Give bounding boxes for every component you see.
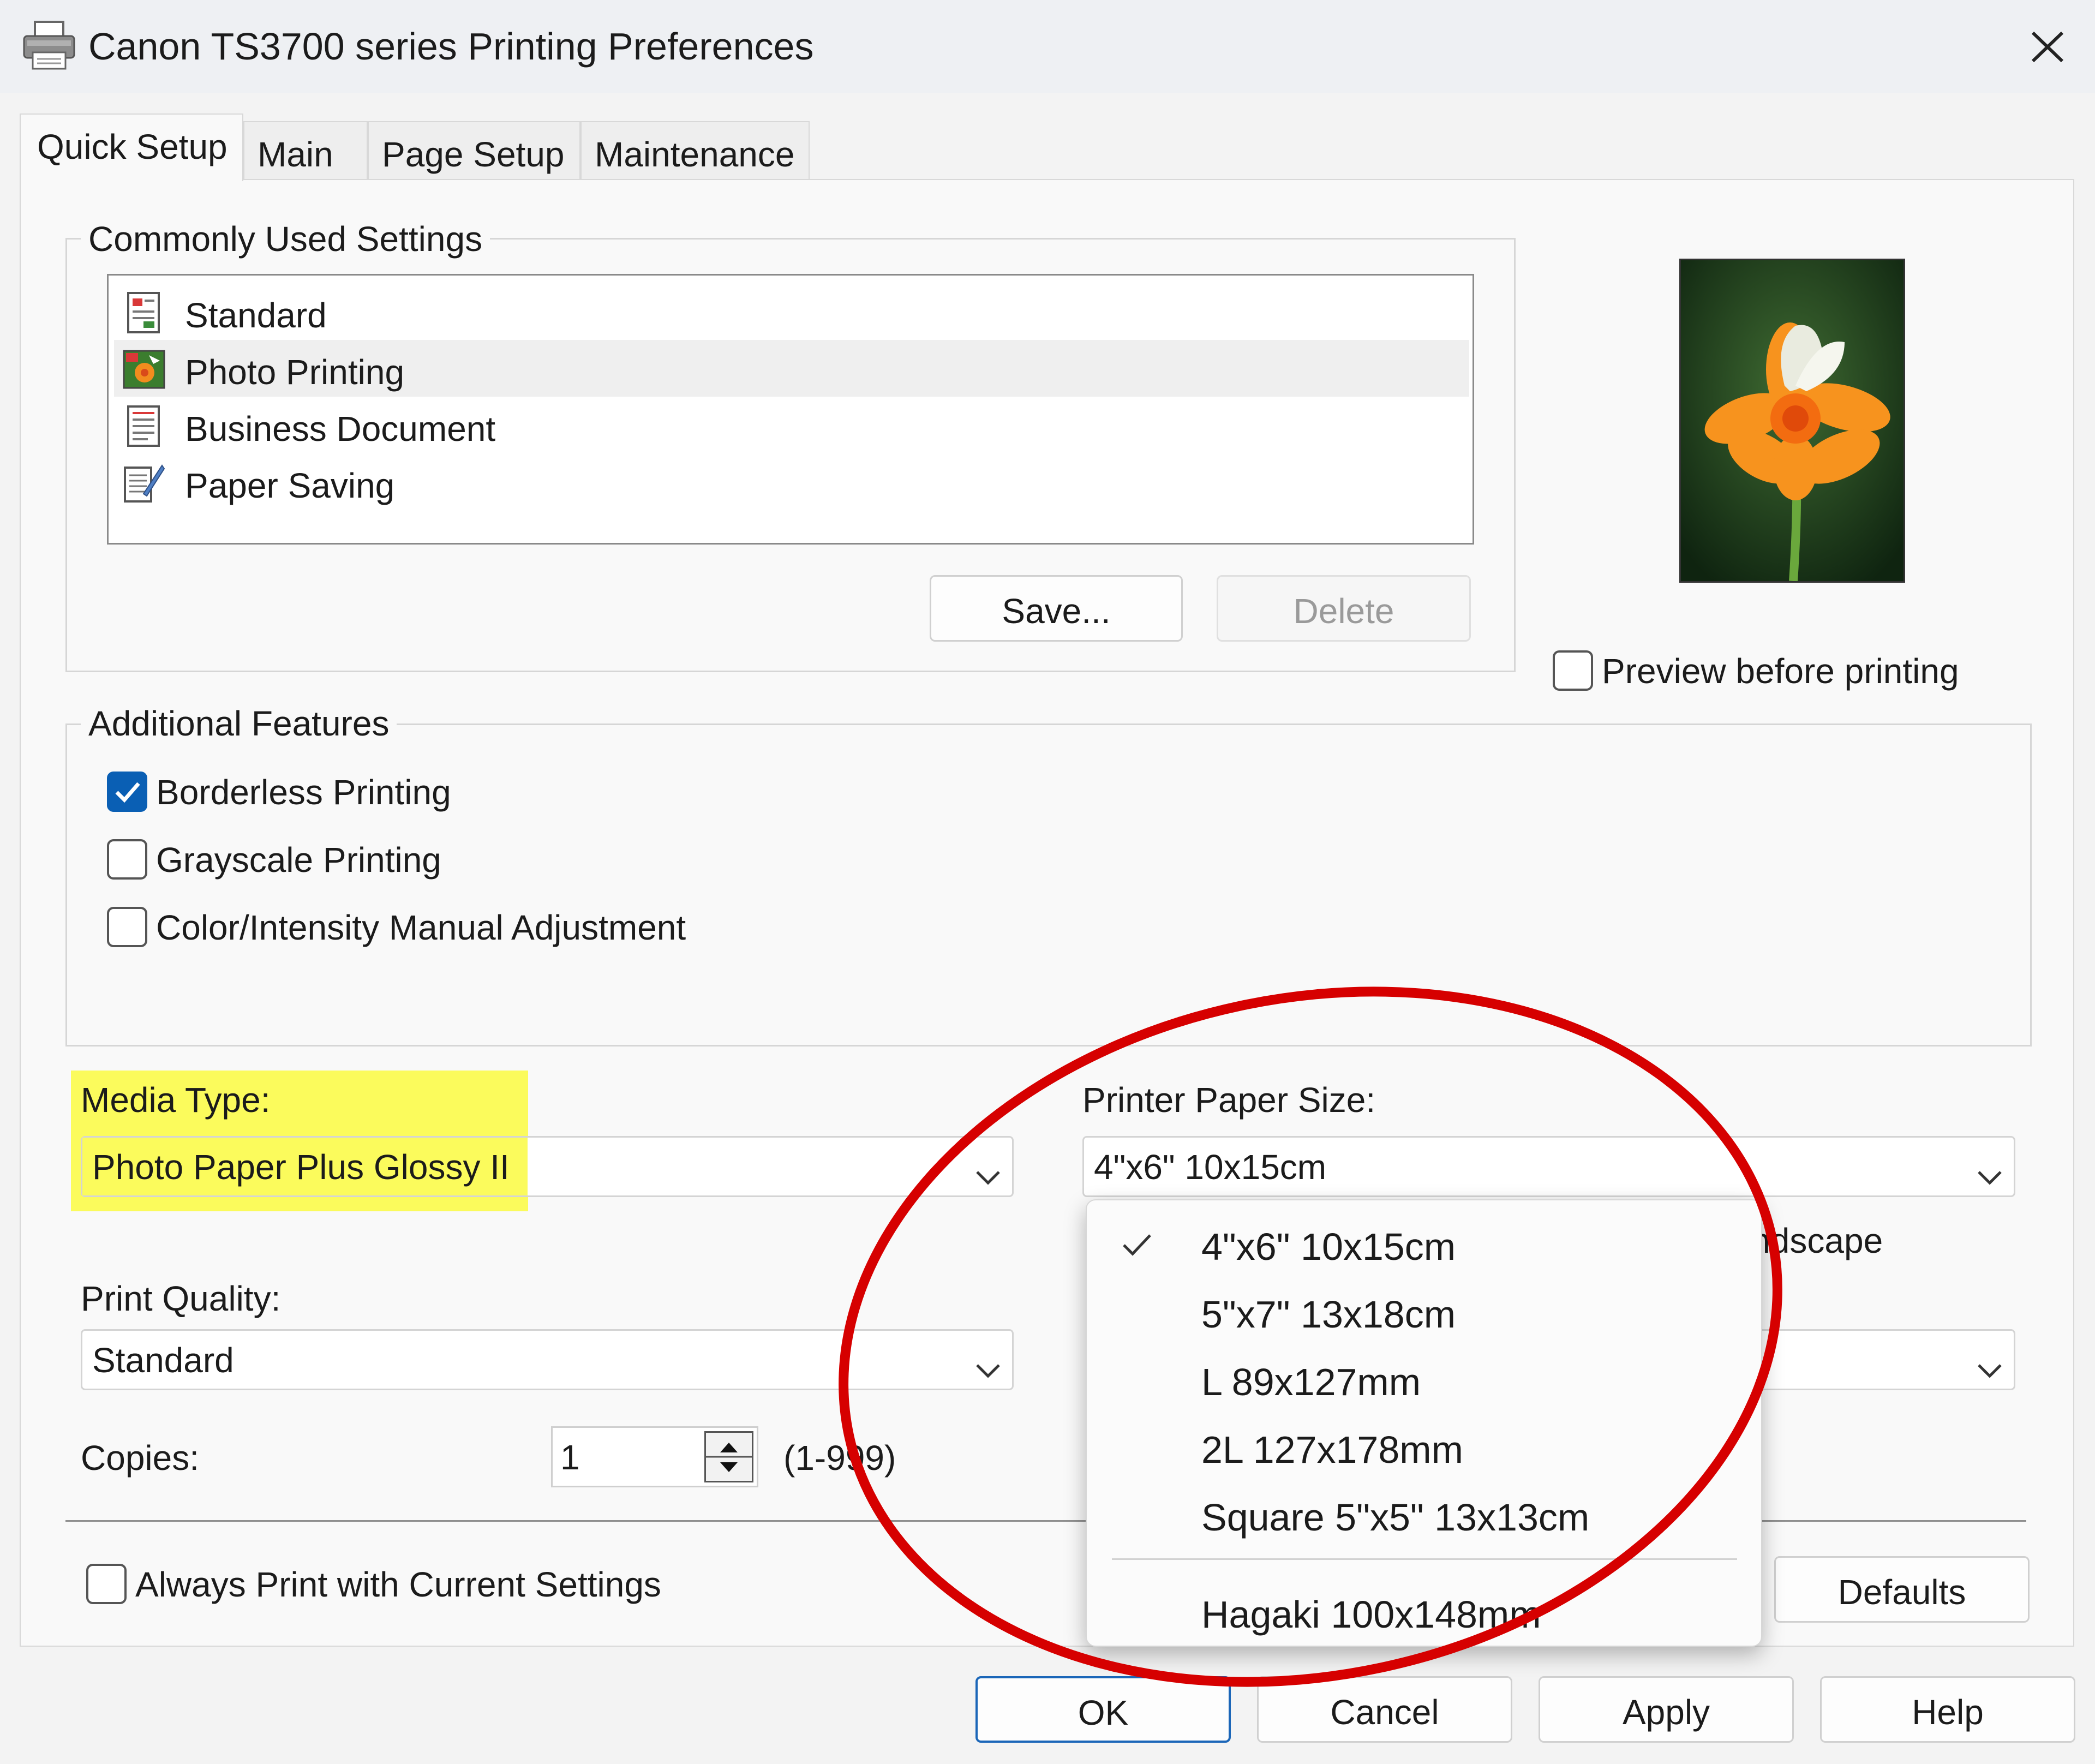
chevron-down-icon — [1973, 1156, 2006, 1185]
print-quality-label: Print Quality: — [81, 1279, 281, 1318]
list-item-paper-saving[interactable]: Paper Saving — [114, 453, 1469, 510]
list-item-label: Business Document — [185, 409, 496, 449]
list-item-label: Photo Printing — [185, 352, 405, 392]
save-button[interactable]: Save... — [930, 575, 1183, 642]
up-down-arrows-icon — [706, 1443, 752, 1472]
chevron-down-icon — [972, 1349, 1004, 1378]
color-intensity-label: Color/Intensity Manual Adjustment — [156, 908, 686, 947]
chevron-down-icon — [972, 1156, 1004, 1185]
delete-button-label: Delete — [1293, 591, 1394, 631]
tab-label: Maintenance — [595, 135, 795, 174]
menu-item-label: Square 5"x5" 13x13cm — [1201, 1496, 1590, 1539]
tab-page-setup[interactable]: Page Setup — [368, 121, 580, 179]
additional-features-group — [65, 723, 2032, 1047]
copies-stepper[interactable] — [704, 1431, 753, 1482]
borderless-printing-label: Borderless Printing — [156, 773, 451, 812]
preview-before-printing-checkbox[interactable] — [1553, 650, 1593, 691]
cancel-button-label: Cancel — [1330, 1693, 1439, 1732]
print-quality-dropdown[interactable]: Standard — [81, 1329, 1014, 1390]
menu-item-label: L 89x127mm — [1201, 1361, 1421, 1403]
menu-item-square[interactable]: Square 5"x5" 13x13cm — [1087, 1482, 1763, 1550]
media-type-dropdown[interactable]: Photo Paper Plus Glossy II — [81, 1136, 1014, 1197]
list-item-label: Paper Saving — [185, 466, 395, 505]
preview-flower-image — [1681, 260, 1904, 582]
paper-saving-icon — [122, 461, 166, 505]
checkmark-icon — [1120, 1229, 1154, 1259]
help-button[interactable]: Help — [1820, 1676, 2075, 1743]
copies-range: (1-999) — [783, 1438, 896, 1478]
tab-maintenance[interactable]: Maintenance — [580, 121, 810, 179]
save-button-label: Save... — [1002, 591, 1111, 631]
copies-label: Copies: — [81, 1438, 199, 1478]
close-icon — [2031, 31, 2064, 63]
apply-button[interactable]: Apply — [1539, 1676, 1794, 1743]
window-title: Canon TS3700 series Printing Preferences — [88, 25, 814, 68]
media-type-label: Media Type: — [81, 1080, 271, 1120]
menu-item-5x7[interactable]: 5"x7" 13x18cm — [1087, 1279, 1763, 1347]
always-print-label: Always Print with Current Settings — [135, 1565, 661, 1604]
print-quality-value: Standard — [92, 1341, 234, 1380]
menu-separator — [1112, 1558, 1737, 1560]
defaults-button-label: Defaults — [1837, 1572, 1966, 1612]
menu-item-l[interactable]: L 89x127mm — [1087, 1347, 1763, 1414]
tab-label: Page Setup — [382, 135, 565, 174]
delete-button[interactable]: Delete — [1217, 575, 1471, 642]
additional-features-legend: Additional Features — [81, 706, 397, 741]
help-button-label: Help — [1912, 1693, 1984, 1732]
always-print-checkbox[interactable] — [86, 1564, 127, 1604]
borderless-printing-checkbox[interactable] — [107, 772, 147, 812]
defaults-button[interactable]: Defaults — [1774, 1556, 2030, 1623]
menu-item-label: 5"x7" 13x18cm — [1201, 1293, 1456, 1336]
tab-quick-setup[interactable]: Quick Setup — [20, 113, 243, 181]
copies-value: 1 — [560, 1438, 580, 1477]
chevron-down-icon — [1973, 1349, 2006, 1378]
orientation-dropdown-partial[interactable] — [1746, 1329, 2015, 1390]
printer-paper-size-value: 4"x6" 10x15cm — [1094, 1147, 1327, 1187]
media-type-value: Photo Paper Plus Glossy II — [92, 1147, 510, 1187]
commonly-used-settings-list[interactable]: Standard Photo Printing Business Documen… — [107, 274, 1474, 545]
preview-before-printing-label: Preview before printing — [1602, 651, 1959, 691]
copies-input[interactable]: 1 — [551, 1426, 758, 1487]
list-item-label: Standard — [185, 296, 327, 335]
ok-button[interactable]: OK — [975, 1676, 1231, 1743]
list-item-standard[interactable]: Standard — [114, 283, 1469, 340]
business-document-icon — [122, 404, 166, 448]
grayscale-printing-checkbox[interactable] — [107, 839, 147, 880]
ok-button-label: OK — [1078, 1693, 1129, 1732]
list-item-business-document[interactable]: Business Document — [114, 397, 1469, 453]
menu-item-2l[interactable]: 2L 127x178mm — [1087, 1414, 1763, 1482]
commonly-used-settings-legend: Commonly Used Settings — [81, 222, 490, 256]
standard-doc-icon — [122, 291, 166, 334]
preview-photo — [1679, 259, 1905, 583]
apply-button-label: Apply — [1622, 1693, 1710, 1732]
color-intensity-checkbox[interactable] — [107, 907, 147, 947]
menu-item-4x6[interactable]: 4"x6" 10x15cm — [1087, 1211, 1763, 1279]
menu-item-label: Hagaki 100x148mm — [1201, 1593, 1541, 1636]
printer-icon — [22, 20, 76, 72]
printer-paper-size-menu: 4"x6" 10x15cm 5"x7" 13x18cm L 89x127mm 2… — [1086, 1199, 1762, 1647]
close-button[interactable] — [2019, 22, 2073, 71]
grayscale-printing-label: Grayscale Printing — [156, 840, 441, 880]
tab-label: Main — [258, 135, 333, 174]
menu-item-label: 4"x6" 10x15cm — [1201, 1225, 1456, 1268]
photo-printing-icon — [122, 348, 166, 391]
menu-item-label: 2L 127x178mm — [1201, 1428, 1463, 1471]
check-icon — [115, 782, 140, 803]
printer-paper-size-dropdown[interactable]: 4"x6" 10x15cm — [1082, 1136, 2015, 1197]
tab-main[interactable]: Main — [243, 121, 368, 179]
menu-item-hagaki[interactable]: Hagaki 100x148mm — [1087, 1579, 1763, 1647]
list-item-photo-printing[interactable]: Photo Printing — [114, 340, 1469, 397]
tab-label: Quick Setup — [37, 127, 228, 166]
printer-paper-size-label: Printer Paper Size: — [1082, 1080, 1376, 1120]
cancel-button[interactable]: Cancel — [1257, 1676, 1512, 1743]
